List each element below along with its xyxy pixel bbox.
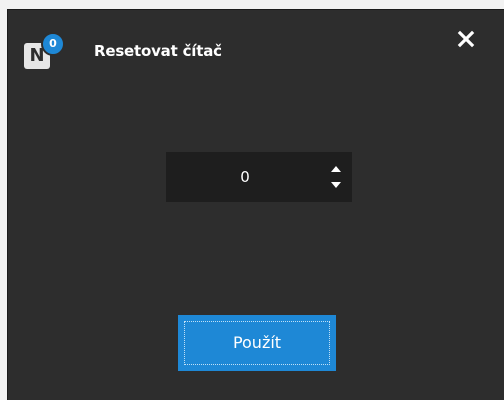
close-button[interactable]: [452, 25, 480, 53]
dialog-title: Resetovat čítač: [94, 42, 222, 60]
decrement-button[interactable]: [326, 177, 346, 193]
app-logo-icon: N 0: [24, 32, 68, 72]
increment-button[interactable]: [326, 161, 346, 177]
apply-button-label: Použít: [184, 321, 330, 365]
counter-spinner: [166, 152, 352, 202]
notification-badge: 0: [41, 32, 65, 56]
counter-value-input[interactable]: [166, 152, 324, 202]
close-icon: [457, 30, 475, 48]
caret-up-icon: [331, 166, 341, 172]
reset-counter-dialog: N 0 Resetovat čítač Použít: [7, 9, 504, 400]
apply-button[interactable]: Použít: [178, 315, 336, 371]
caret-down-icon: [331, 182, 341, 188]
